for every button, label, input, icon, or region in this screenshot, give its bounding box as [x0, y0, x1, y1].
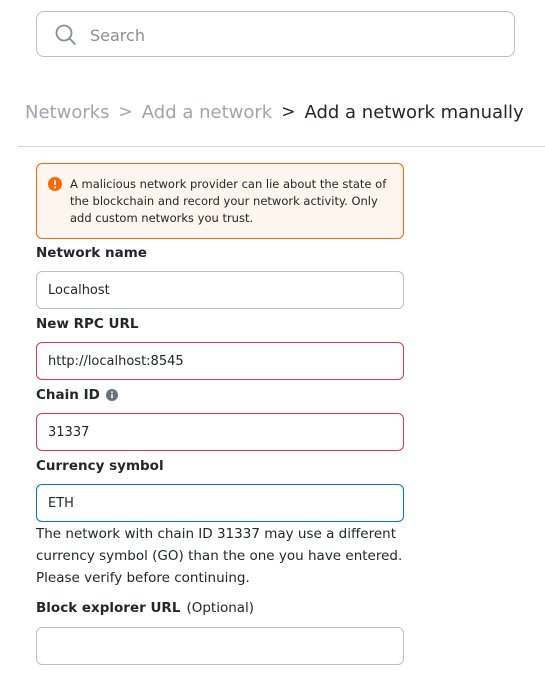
search-input[interactable] [90, 24, 490, 46]
breadcrumb-networks[interactable]: Networks [25, 102, 110, 123]
block-explorer-input[interactable] [36, 627, 404, 665]
currency-symbol-label-text: Currency symbol [36, 458, 164, 474]
exclamation-circle-icon [48, 177, 62, 191]
rpc-url-input[interactable] [36, 342, 404, 380]
breadcrumb-add-network[interactable]: Add a network [142, 102, 272, 123]
chain-id-label: Chain ID [36, 387, 118, 403]
chain-id-label-text: Chain ID [36, 387, 100, 403]
search-icon [55, 24, 76, 45]
warning-banner: A malicious network provider can lie abo… [36, 163, 404, 239]
currency-symbol-input[interactable] [36, 484, 404, 522]
breadcrumb-current: Add a network manually [304, 101, 524, 123]
info-icon[interactable] [105, 389, 118, 401]
breadcrumb-separator: > [281, 102, 296, 122]
network-name-label: Network name [36, 245, 147, 261]
network-name-label-text: Network name [36, 245, 147, 261]
block-explorer-label-text: Block explorer URL [36, 600, 181, 616]
rpc-url-label: New RPC URL [36, 316, 138, 332]
chain-id-input[interactable] [36, 413, 404, 451]
breadcrumb-separator: > [118, 102, 133, 122]
block-explorer-label: Block explorer URL (Optional) [36, 600, 254, 616]
currency-symbol-warning: The network with chain ID 31337 may use … [36, 526, 403, 586]
search-box[interactable] [36, 11, 515, 57]
optional-tag: (Optional) [186, 600, 255, 616]
rpc-url-label-text: New RPC URL [36, 316, 139, 332]
breadcrumb: Networks > Add a network > Add a network… [25, 99, 524, 125]
currency-symbol-label: Currency symbol [36, 458, 164, 474]
divider [18, 146, 545, 147]
network-name-input[interactable] [36, 271, 404, 309]
warning-text: A malicious network provider can lie abo… [70, 177, 387, 225]
